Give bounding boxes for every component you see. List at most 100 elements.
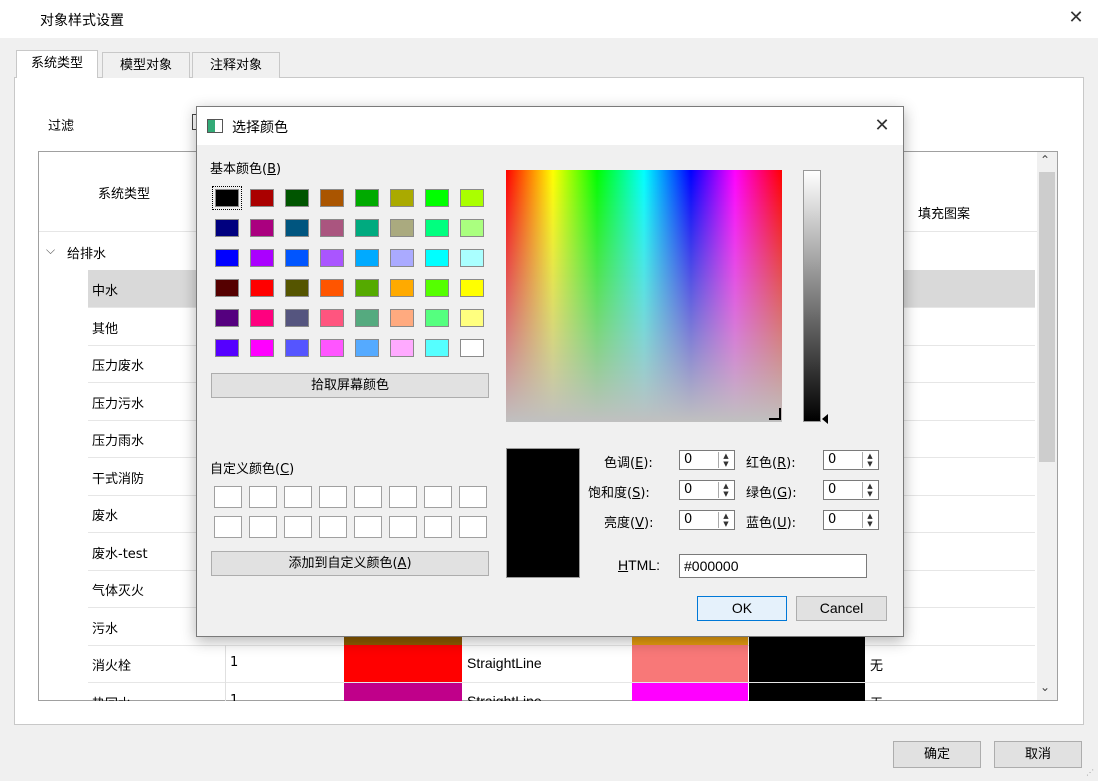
basic-color-swatch[interactable] — [215, 219, 239, 237]
brightness-slider[interactable] — [803, 170, 821, 422]
cut-color-cell[interactable] — [749, 683, 865, 701]
custom-color-swatch[interactable] — [459, 486, 487, 508]
basic-color-swatch[interactable] — [425, 279, 449, 297]
basic-color-swatch[interactable] — [320, 279, 344, 297]
table-row-label[interactable]: 其他 — [92, 318, 118, 337]
ok-button[interactable]: 确定 — [893, 741, 981, 768]
basic-color-swatch[interactable] — [460, 339, 484, 357]
basic-color-swatch[interactable] — [390, 309, 414, 327]
basic-color-swatch[interactable] — [250, 219, 274, 237]
custom-color-swatch[interactable] — [389, 516, 417, 538]
custom-color-swatch[interactable] — [389, 486, 417, 508]
basic-color-swatch[interactable] — [355, 189, 379, 207]
custom-color-swatch[interactable] — [214, 486, 242, 508]
spectrum-crosshair-icon[interactable] — [769, 408, 781, 420]
projection-color-cell[interactable] — [632, 683, 748, 701]
custom-color-swatch[interactable] — [354, 486, 382, 508]
basic-color-swatch[interactable] — [215, 249, 239, 267]
basic-color-swatch[interactable] — [285, 339, 309, 357]
basic-color-swatch[interactable] — [425, 249, 449, 267]
custom-color-swatch[interactable] — [249, 486, 277, 508]
basic-color-swatch[interactable] — [212, 186, 242, 210]
html-color-input[interactable]: #000000 — [679, 554, 867, 578]
basic-color-swatch[interactable] — [250, 339, 274, 357]
line-color-cell[interactable] — [344, 645, 462, 682]
pick-screen-color-button[interactable]: 拾取屏幕颜色 — [211, 373, 489, 398]
basic-color-swatch[interactable] — [320, 249, 344, 267]
custom-color-swatch[interactable] — [319, 516, 347, 538]
red-spinbox[interactable]: 0 ▲ ▼ — [823, 450, 879, 470]
basic-color-swatch[interactable] — [320, 219, 344, 237]
basic-color-swatch[interactable] — [250, 249, 274, 267]
table-row-label[interactable]: 干式消防 — [92, 468, 144, 487]
basic-color-swatch[interactable] — [250, 189, 274, 207]
basic-color-swatch[interactable] — [285, 249, 309, 267]
value-spinbox[interactable]: 0 ▲ ▼ — [679, 510, 735, 530]
table-row-label[interactable]: 压力雨水 — [92, 430, 144, 449]
brightness-slider-arrow-icon[interactable] — [822, 414, 828, 424]
basic-color-swatch[interactable] — [250, 279, 274, 297]
add-custom-color-button[interactable]: 添加到自定义颜色(A) — [211, 551, 489, 576]
table-row-label[interactable]: 废水-test — [92, 543, 148, 562]
table-row-label[interactable]: 污水 — [92, 618, 118, 637]
tab-system-type[interactable]: 系统类型 — [16, 50, 98, 78]
custom-color-swatch[interactable] — [424, 486, 452, 508]
custom-color-swatch[interactable] — [284, 486, 312, 508]
table-row-label[interactable]: 气体灭火 — [92, 580, 144, 599]
basic-color-swatch[interactable] — [425, 189, 449, 207]
basic-color-swatch[interactable] — [355, 279, 379, 297]
line-pattern-cell[interactable]: StraightLine — [467, 693, 542, 701]
table-row-label[interactable]: 废水 — [92, 505, 118, 524]
window-close-icon[interactable]: ✕ — [1064, 6, 1088, 30]
fill-pattern-cell[interactable]: 无 — [870, 693, 883, 701]
table-row-label[interactable]: 压力污水 — [92, 393, 144, 412]
table-row-label[interactable]: 压力废水 — [92, 355, 144, 374]
dialog-ok-button[interactable]: OK — [697, 596, 787, 621]
basic-color-swatch[interactable] — [425, 339, 449, 357]
basic-color-swatch[interactable] — [460, 249, 484, 267]
tab-annotation-objects[interactable]: 注释对象 — [192, 52, 280, 78]
basic-color-swatch[interactable] — [460, 309, 484, 327]
basic-color-swatch[interactable] — [285, 279, 309, 297]
fill-pattern-cell[interactable]: 无 — [870, 655, 883, 674]
cancel-button[interactable]: 取消 — [994, 741, 1082, 768]
basic-color-swatch[interactable] — [215, 339, 239, 357]
resize-grip-icon[interactable]: ⋰ — [1086, 768, 1094, 777]
basic-color-swatch[interactable] — [215, 309, 239, 327]
basic-color-swatch[interactable] — [320, 339, 344, 357]
custom-color-swatch[interactable] — [319, 486, 347, 508]
basic-color-swatch[interactable] — [215, 279, 239, 297]
custom-color-swatch[interactable] — [424, 516, 452, 538]
basic-color-swatch[interactable] — [355, 309, 379, 327]
chevron-down-icon[interactable]: ⌵ — [46, 243, 55, 258]
basic-color-swatch[interactable] — [250, 309, 274, 327]
line-weight-cell[interactable]: 1 — [230, 655, 238, 670]
basic-color-swatch[interactable] — [355, 219, 379, 237]
hue-saturation-spectrum[interactable] — [506, 170, 782, 422]
basic-color-swatch[interactable] — [390, 249, 414, 267]
line-color-cell[interactable] — [344, 637, 462, 645]
basic-color-swatch[interactable] — [390, 189, 414, 207]
green-spinbox[interactable]: 0 ▲ ▼ — [823, 480, 879, 500]
tab-model-objects[interactable]: 模型对象 — [102, 52, 190, 78]
basic-color-swatch[interactable] — [390, 219, 414, 237]
basic-color-swatch[interactable] — [285, 189, 309, 207]
scroll-down-icon[interactable]: ⌄ — [1040, 680, 1050, 694]
scrollbar-thumb[interactable] — [1039, 172, 1055, 462]
table-row-label[interactable]: 消火栓 — [92, 655, 131, 674]
color-dialog-close-icon[interactable]: ✕ — [870, 114, 894, 138]
basic-color-swatch[interactable] — [285, 219, 309, 237]
saturation-spinbox[interactable]: 0 ▲ ▼ — [679, 480, 735, 500]
basic-color-swatch[interactable] — [355, 249, 379, 267]
hue-spinbox[interactable]: 0 ▲ ▼ — [679, 450, 735, 470]
basic-color-swatch[interactable] — [425, 309, 449, 327]
table-row-label[interactable]: 热回水 — [92, 693, 131, 701]
basic-color-swatch[interactable] — [460, 219, 484, 237]
cut-color-cell[interactable] — [749, 645, 865, 682]
custom-color-swatch[interactable] — [284, 516, 312, 538]
basic-color-swatch[interactable] — [460, 279, 484, 297]
basic-color-swatch[interactable] — [320, 189, 344, 207]
line-weight-cell[interactable]: 1 — [230, 693, 238, 701]
blue-spinbox[interactable]: 0 ▲ ▼ — [823, 510, 879, 530]
line-pattern-cell[interactable]: StraightLine — [467, 655, 542, 671]
